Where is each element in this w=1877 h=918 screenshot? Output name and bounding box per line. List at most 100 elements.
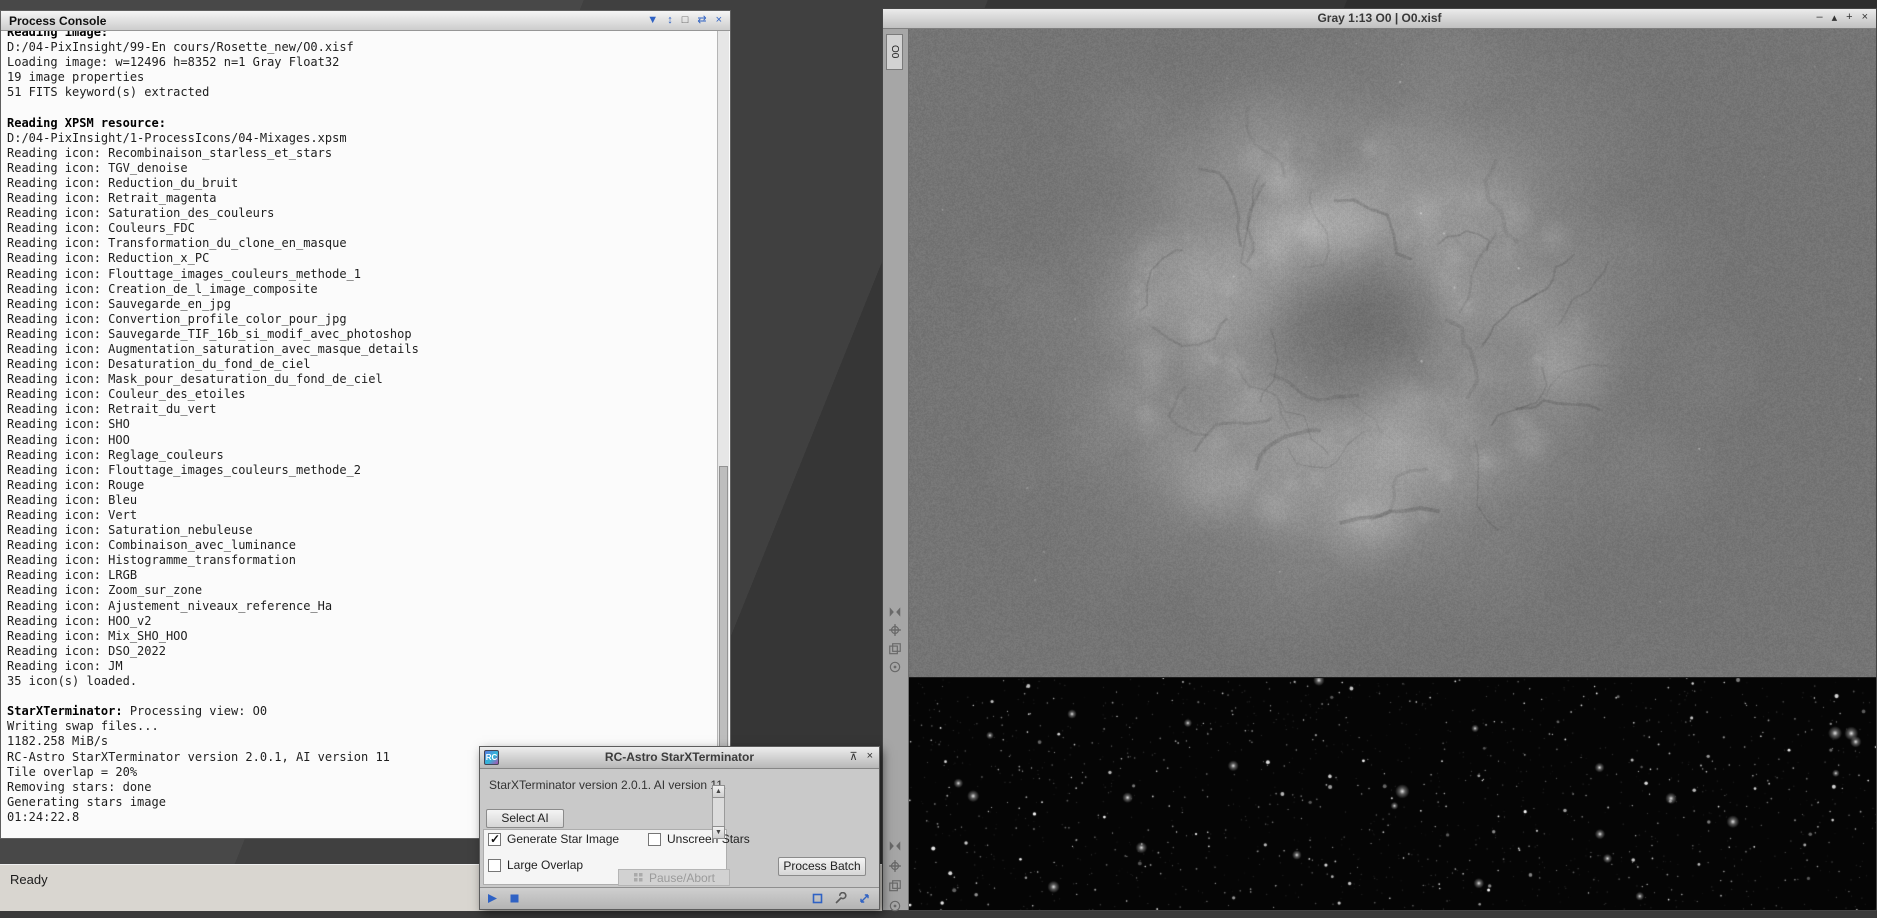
stars-canvas <box>909 678 1876 910</box>
generate-star-image-label: Generate Star Image <box>507 832 620 846</box>
navigator-icon[interactable] <box>888 839 904 855</box>
dialog-body: StarXTerminator version 2.0.1. AI versio… <box>480 769 879 887</box>
apply-global-icon[interactable] <box>508 892 522 906</box>
console-line: Reading icon: HOO <box>7 432 130 447</box>
unscreen-stars-label: Unscreen Stars <box>667 832 750 846</box>
unscreen-stars-row: Unscreen Stars <box>648 832 750 846</box>
console-line: Reading icon: Retrait_du_vert <box>7 402 217 417</box>
console-line: Reading icon: HOO_v2 <box>7 613 152 628</box>
console-line: Reading icon: Zoom_sur_zone <box>7 583 203 598</box>
console-line: Reading icon: Recombinaison_starless_et_… <box>7 145 333 160</box>
duplicate-view-icon[interactable] <box>888 879 904 895</box>
window-minimize-icon[interactable]: – <box>1816 11 1822 24</box>
window-shade-icon[interactable]: ▴ <box>1832 11 1838 24</box>
target-icon[interactable] <box>888 660 904 676</box>
preferences-wrench-icon[interactable] <box>834 891 848 906</box>
console-line: Reading icon: Mix_SHO_HOO <box>7 628 188 643</box>
console-line: Reading icon: Reglage_couleurs <box>7 447 224 462</box>
console-line: Reading icon: Reduction_du_bruit <box>7 175 239 190</box>
console-line: Reading icon: Flouttage_images_couleurs_… <box>7 266 362 281</box>
image-window: Gray 1:13 O0 | O0.xisf – ▴ + × O0 <box>882 8 1877 912</box>
pin-icon[interactable]: ⊼ <box>850 750 858 763</box>
console-line: Reading icon: Transformation_du_clone_en… <box>7 236 347 251</box>
console-line: 35 icon(s) loaded. <box>7 674 138 689</box>
process-console-titlebar[interactable]: Process Console ▼ ↕ □ ⇄ × <box>1 11 730 31</box>
console-scrollbar[interactable] <box>717 31 729 837</box>
edit-instance-icon[interactable] <box>811 892 825 906</box>
dialog-controls: ⊼ × <box>850 750 874 763</box>
console-line: Reading icon: DSO_2022 <box>7 643 166 658</box>
console-line: Reading icon: Couleur_des_etoiles <box>7 387 246 402</box>
version-text: StarXTerminator version 2.0.1. AI versio… <box>489 778 727 792</box>
generate-star-image-checkbox[interactable] <box>488 832 501 846</box>
crosshair-icon[interactable] <box>888 623 904 639</box>
console-line: Reading icon: Combinaison_avec_luminance <box>7 538 296 553</box>
starxterminator-title: RC-Astro StarXTerminator <box>604 750 755 764</box>
window-maximize-icon[interactable]: + <box>1846 11 1852 24</box>
console-float-icon[interactable]: □ <box>682 15 689 26</box>
pause-abort-button: Pause/Abort <box>618 869 730 886</box>
console-log[interactable]: Reading image: D:/04-PixInsight/99-En cou… <box>2 31 717 837</box>
console-line: Reading icon: Saturation_nebuleuse <box>7 523 253 538</box>
process-console-title: Process Console <box>9 13 107 28</box>
image-window-titlebar[interactable]: Gray 1:13 O0 | O0.xisf – ▴ + × <box>883 9 1876 29</box>
starxterminator-titlebar[interactable]: RC RC-Astro StarXTerminator ⊼ × <box>480 747 879 769</box>
window-close-icon[interactable]: × <box>1862 11 1868 24</box>
dialog-footer <box>480 887 879 909</box>
console-expand-icon[interactable]: ↕ <box>667 15 673 26</box>
dialog-close-icon[interactable]: × <box>867 750 873 763</box>
console-menu-icon[interactable]: ▼ <box>647 15 658 26</box>
unscreen-stars-checkbox[interactable] <box>648 832 661 846</box>
console-line: Reading icon: Creation_de_l_image_compos… <box>7 281 318 296</box>
console-dock-icon[interactable]: ⇄ <box>697 15 706 26</box>
starxterminator-dialog: RC RC-Astro StarXTerminator ⊼ × StarXTer… <box>479 746 880 910</box>
console-line: D:/04-PixInsight/99-En cours/Rosette_new… <box>7 40 354 55</box>
console-line: Reading image: <box>7 31 109 39</box>
scroll-up-icon[interactable]: ▲ <box>712 785 725 798</box>
console-line: Reading icon: SHO <box>7 417 130 432</box>
process-batch-button[interactable]: Process Batch <box>778 857 866 876</box>
select-ai-button[interactable]: Select AI <box>486 809 564 828</box>
scroll-down-icon[interactable]: ▼ <box>712 826 725 839</box>
generate-star-image-row: Generate Star Image <box>488 832 619 846</box>
console-line: 19 image properties <box>7 70 145 85</box>
console-line: Reading icon: Couleurs_FDC <box>7 221 195 236</box>
nebula-image-pane[interactable] <box>909 29 1876 677</box>
console-line: Reading icon: Desaturation_du_fond_de_ci… <box>7 357 311 372</box>
crosshair-icon[interactable] <box>888 859 904 875</box>
console-close-icon[interactable]: × <box>716 15 722 26</box>
console-line: Reading icon: Augmentation_saturation_av… <box>7 341 419 356</box>
image-window-title: Gray 1:13 O0 | O0.xisf <box>1317 11 1442 25</box>
console-line: Reading icon: Histogramme_transformation <box>7 553 296 568</box>
target-icon[interactable] <box>888 899 904 915</box>
console-line: Reading XPSM resource: <box>7 115 166 130</box>
console-line: Reading icon: Bleu <box>7 492 138 507</box>
grid-icon <box>633 873 643 882</box>
console-line: 51 FITS keyword(s) extracted <box>7 85 210 100</box>
view-strip: O0 <box>883 29 909 912</box>
duplicate-view-icon[interactable] <box>888 642 904 658</box>
console-line: Reading icon: Rouge <box>7 477 145 492</box>
nebula-canvas <box>909 29 1876 677</box>
status-text: Ready <box>10 872 48 887</box>
console-line: Reading icon: Saturation_des_couleurs <box>7 206 275 221</box>
console-line: Reading icon: Sauvegarde_TIF_16b_si_modi… <box>7 326 412 341</box>
stars-image-pane[interactable] <box>909 677 1876 910</box>
console-line: Loading image: w=12496 h=8352 n=1 Gray F… <box>7 55 340 70</box>
console-line: D:/04-PixInsight/1-ProcessIcons/04-Mixag… <box>7 130 347 145</box>
console-line: Reading icon: TGV_denoise <box>7 160 188 175</box>
image-window-controls: – ▴ + × <box>1816 11 1868 24</box>
console-line: Reading icon: JM <box>7 658 123 673</box>
navigator-icon[interactable] <box>888 605 904 621</box>
console-line: Reading icon: Convertion_profile_color_p… <box>7 311 347 326</box>
reset-icon[interactable] <box>858 892 872 906</box>
console-line: Reading icon: Retrait_magenta <box>7 191 217 206</box>
console-line: Reading icon: Sauvegarde_en_jpg <box>7 296 231 311</box>
view-tab-O0[interactable]: O0 <box>886 34 903 70</box>
new-instance-icon[interactable] <box>486 892 500 906</box>
large-overlap-checkbox[interactable] <box>488 858 501 872</box>
console-line: Writing swap files... <box>7 719 159 734</box>
process-console-window: Process Console ▼ ↕ □ ⇄ × Reading image:… <box>0 10 731 839</box>
